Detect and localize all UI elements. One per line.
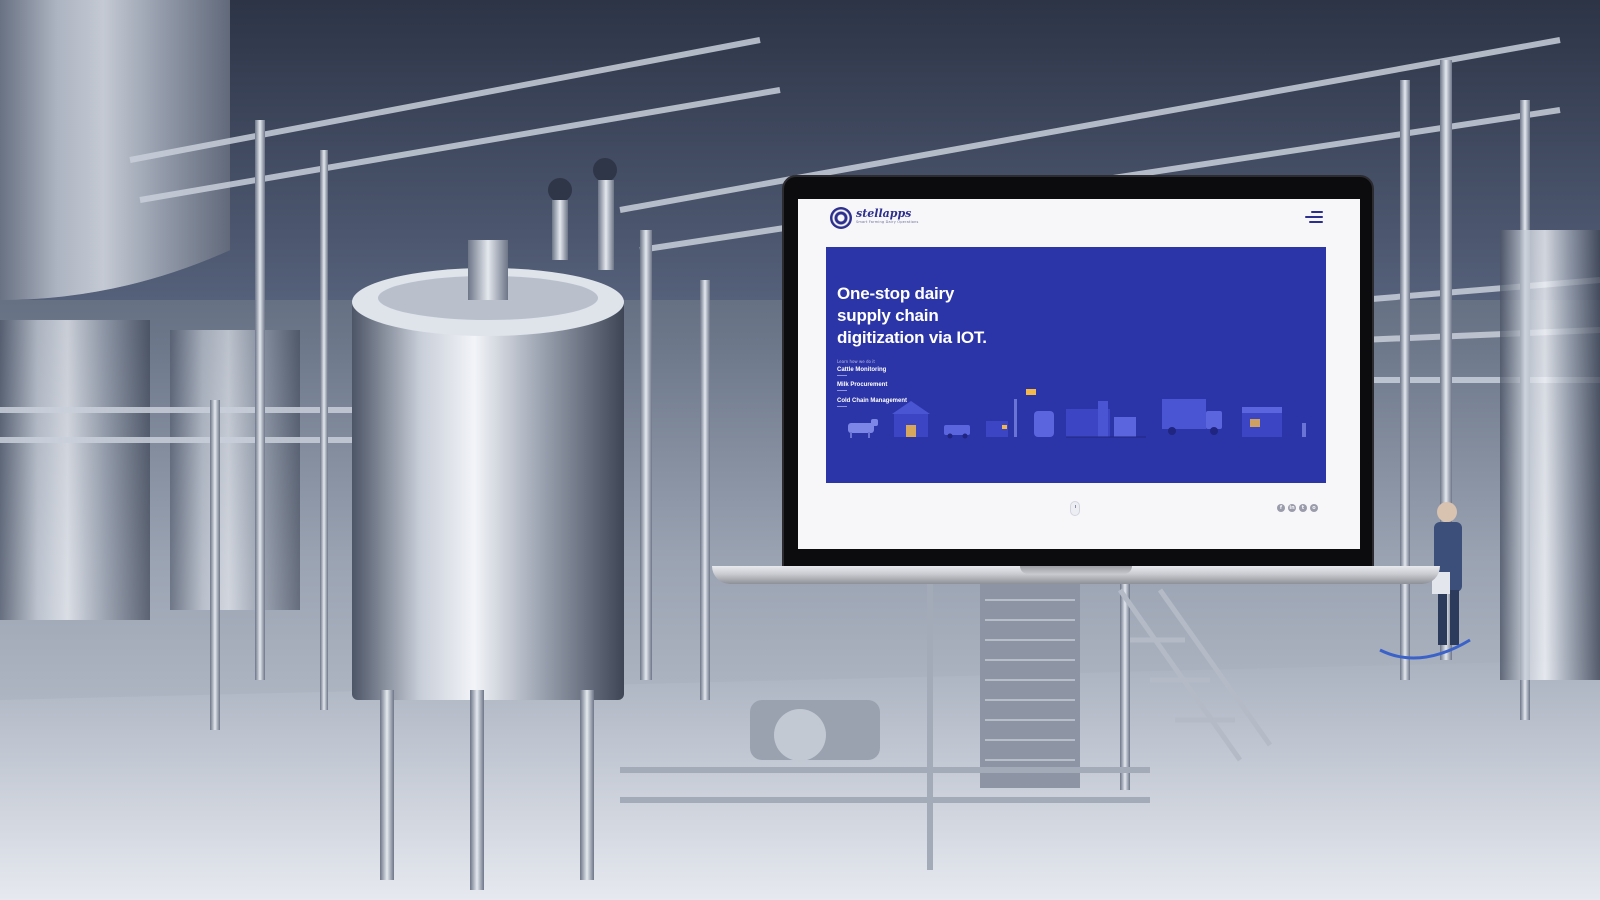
stellapps-logo-icon[interactable] xyxy=(830,207,852,229)
processing-plant-icon xyxy=(1066,401,1146,438)
site-header: stellapps Smart Farming Dairy Operations xyxy=(798,199,1360,239)
instagram-icon[interactable]: o xyxy=(1310,504,1318,512)
supply-chain-illustration xyxy=(848,389,1306,439)
menu-line xyxy=(1305,216,1323,218)
cattle-monitoring-link[interactable]: Cattle Monitoring xyxy=(837,367,886,376)
chilling-tower-icon xyxy=(1014,389,1054,437)
hero-banner: One-stop dairy supply chain digitization… xyxy=(826,247,1326,483)
hamburger-menu-button[interactable] xyxy=(1303,210,1323,224)
twitter-icon[interactable]: t xyxy=(1299,504,1307,512)
laptop-screen: stellapps Smart Farming Dairy Operations… xyxy=(798,199,1360,549)
cow-icon xyxy=(848,419,878,438)
facebook-icon[interactable]: f xyxy=(1277,504,1285,512)
laptop-mockup: stellapps Smart Farming Dairy Operations… xyxy=(782,175,1374,568)
learn-how-label: Learn how we do it xyxy=(837,359,875,364)
laptop-notch xyxy=(1020,566,1132,574)
menu-line xyxy=(1311,211,1323,213)
linkedin-icon[interactable]: in xyxy=(1288,504,1296,512)
collection-center-icon xyxy=(986,421,1008,437)
van-icon xyxy=(944,425,970,439)
scroll-down-indicator[interactable] xyxy=(1070,501,1080,516)
farm-shed-icon xyxy=(892,401,930,437)
hero-title: One-stop dairy supply chain digitization… xyxy=(837,283,1057,349)
site-logo-text[interactable]: stellapps xyxy=(856,207,911,220)
menu-line xyxy=(1309,221,1323,223)
hero-title-line: digitization via IOT. xyxy=(837,328,987,347)
hero-title-line: supply chain xyxy=(837,306,939,325)
hero-title-line: One-stop dairy xyxy=(837,284,955,303)
truck-icon xyxy=(1162,399,1222,435)
site-logo-tagline: Smart Farming Dairy Operations xyxy=(856,220,919,224)
retail-store-icon xyxy=(1242,407,1306,437)
